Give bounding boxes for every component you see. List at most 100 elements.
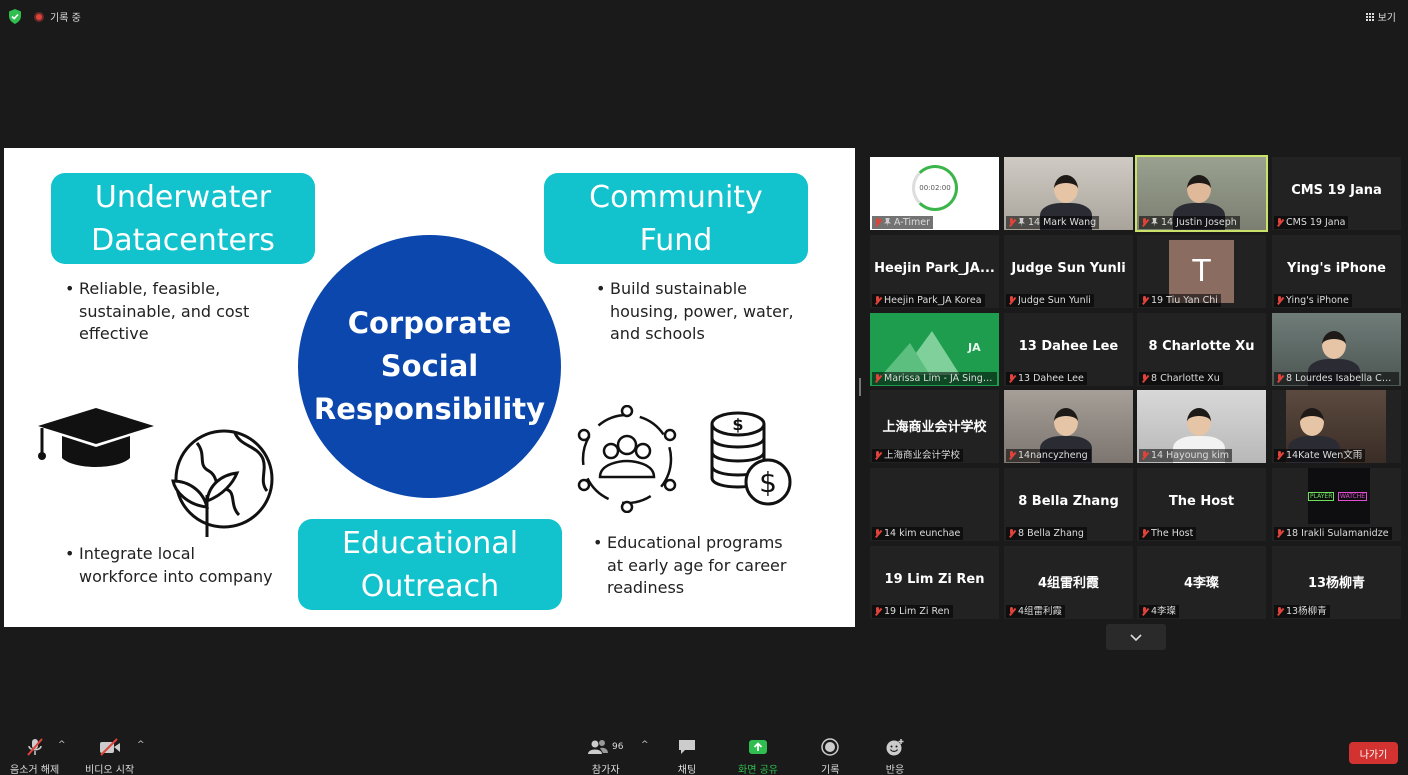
- participant-name: Heejin Park_JA Korea: [884, 295, 982, 306]
- panel-resize-handle[interactable]: [859, 378, 861, 396]
- participant-name: 14 Justin Joseph: [1161, 217, 1237, 228]
- unmute-button[interactable]: 음소거 해제: [10, 737, 59, 775]
- timer-ring: 00:02:00: [912, 165, 958, 211]
- participant-name: Judge Sun Yunli: [1018, 295, 1091, 306]
- participants-icon: [588, 740, 608, 754]
- participant-display-name: 13杨柳青: [1307, 576, 1366, 591]
- participant-tile[interactable]: Ying's iPhone Ying's iPhone: [1272, 235, 1401, 308]
- chat-label: 채팅: [677, 765, 697, 775]
- person-head: [1300, 408, 1324, 436]
- mic-muted-icon: [1276, 607, 1283, 616]
- shared-feed: PLAYER WATCHE: [1308, 468, 1370, 524]
- participant-tile[interactable]: 00:02:00 A-Timer: [870, 157, 999, 230]
- participant-name: 14nancyzheng: [1018, 450, 1088, 461]
- participant-display-name: Heejin Park_JA...: [874, 261, 995, 276]
- coins-dollar-icon: $ $: [710, 411, 792, 506]
- participant-name-caption: CMS 19 Jana: [1274, 216, 1349, 229]
- participant-tile[interactable]: 14 kim eunchae: [870, 468, 999, 541]
- mic-muted-icon: [1276, 296, 1283, 305]
- csr-center-circle: Corporate Social Responsibility: [298, 235, 561, 498]
- participant-display-name: 8 Charlotte Xu: [1148, 339, 1255, 354]
- participants-options-caret-icon[interactable]: ^: [641, 740, 649, 750]
- recording-dot-icon: [34, 11, 44, 22]
- participants-button[interactable]: 96 참가자: [588, 737, 623, 775]
- video-off-icon: [99, 738, 120, 756]
- participant-tile[interactable]: Judge Sun Yunli Judge Sun Yunli: [1004, 235, 1133, 308]
- participant-name: 14 kim eunchae: [884, 528, 961, 539]
- participant-tile[interactable]: 13 Dahee Lee 13 Dahee Lee: [1004, 313, 1133, 386]
- participant-name-caption: 4李璨: [1139, 605, 1180, 618]
- gallery-next-page-button[interactable]: [1106, 624, 1166, 650]
- participant-name-caption: 19 Lim Zi Ren: [872, 605, 953, 618]
- participant-name: 8 Charlotte Xu: [1151, 373, 1220, 384]
- pin-icon: [1018, 218, 1025, 227]
- participant-tile[interactable]: JA Marissa Lim - JA Singa...: [870, 313, 999, 386]
- participant-name: CMS 19 Jana: [1286, 217, 1346, 228]
- participant-name-caption: Ying's iPhone: [1274, 294, 1352, 307]
- participant-tile[interactable]: 14Kate Wen文雨: [1272, 390, 1401, 463]
- participant-tile[interactable]: The Host The Host: [1137, 468, 1266, 541]
- participant-name-caption: 8 Lourdes Isabella Cor...: [1274, 372, 1399, 385]
- start-video-label: 비디오 시작: [85, 765, 135, 775]
- participant-display-name: The Host: [1168, 494, 1235, 509]
- box-line: Outreach: [360, 568, 500, 604]
- mic-muted-icon: [1008, 218, 1015, 227]
- audio-options-caret-icon[interactable]: ^: [58, 740, 66, 750]
- participant-tile[interactable]: Heejin Park_JA... Heejin Park_JA Korea: [870, 235, 999, 308]
- participant-tile[interactable]: 4组雷利霞 4组雷利霞: [1004, 546, 1133, 619]
- participant-name-caption: 8 Bella Zhang: [1006, 527, 1087, 540]
- leave-meeting-button[interactable]: 나가기: [1349, 742, 1398, 764]
- circle-line: Social: [380, 349, 479, 383]
- participant-tile[interactable]: CMS 19 Jana CMS 19 Jana: [1272, 157, 1401, 230]
- mic-muted-icon: [874, 451, 881, 460]
- mic-muted-icon: [1141, 529, 1148, 538]
- record-button[interactable]: 기록: [821, 737, 839, 775]
- box-line: Underwater: [94, 179, 272, 215]
- security-shield-icon[interactable]: [8, 9, 22, 24]
- view-button[interactable]: 보기: [1365, 9, 1396, 24]
- participant-tile[interactable]: 上海商业会计学校 上海商业会计学校: [870, 390, 999, 463]
- participant-name-caption: 14 Mark Wang: [1006, 216, 1100, 229]
- participant-name-caption: 14 kim eunchae: [872, 527, 964, 540]
- recording-indicator[interactable]: 기록 중: [34, 9, 81, 24]
- share-screen-button[interactable]: 화면 공유: [738, 737, 778, 775]
- participant-name: 13杨柳青: [1286, 606, 1327, 617]
- participant-tile[interactable]: 14 Justin Joseph: [1135, 155, 1268, 232]
- share-screen-icon: [748, 740, 767, 754]
- participant-name: 4组雷利霞: [1018, 606, 1063, 617]
- pin-icon: [884, 218, 891, 227]
- participant-display-name: 上海商业会计学校: [882, 420, 987, 435]
- participant-tile[interactable]: PLAYER WATCHE 18 Irakli Sulamanidze: [1272, 468, 1401, 541]
- participant-tile[interactable]: 19 Lim Zi Ren 19 Lim Zi Ren: [870, 546, 999, 619]
- reactions-button[interactable]: 반응: [885, 737, 905, 775]
- video-options-caret-icon[interactable]: ^: [137, 740, 145, 750]
- reactions-emoji-icon: [886, 739, 904, 756]
- participant-tile[interactable]: T 19 Tiu Yan Chi: [1137, 235, 1266, 308]
- participant-tile[interactable]: 8 Lourdes Isabella Cor...: [1272, 313, 1401, 386]
- participant-tile[interactable]: 8 Bella Zhang 8 Bella Zhang: [1004, 468, 1133, 541]
- participant-tile[interactable]: 14nancyzheng: [1004, 390, 1133, 463]
- svg-text:$: $: [759, 466, 777, 499]
- participant-tile[interactable]: 14 Mark Wang: [1004, 157, 1133, 230]
- box-line: Fund: [639, 222, 713, 258]
- participant-name: 14Kate Wen文雨: [1286, 450, 1363, 461]
- circle-line: Responsibility: [313, 392, 546, 426]
- participant-tile[interactable]: 8 Charlotte Xu 8 Charlotte Xu: [1137, 313, 1266, 386]
- participant-name: 13 Dahee Lee: [1018, 373, 1084, 384]
- participant-tile[interactable]: 13杨柳青 13杨柳青: [1272, 546, 1401, 619]
- person-head: [1187, 175, 1211, 203]
- mic-muted-icon: [1008, 374, 1015, 383]
- reactions-label: 반응: [885, 765, 905, 775]
- unmute-label: 음소거 해제: [10, 765, 60, 775]
- participant-name-caption: A-Timer: [872, 216, 934, 229]
- chat-button[interactable]: 채팅: [677, 737, 697, 775]
- timer-value: 00:02:00: [919, 184, 951, 192]
- participant-name: Ying's iPhone: [1286, 295, 1349, 306]
- participant-tile[interactable]: 14 Hayoung kim: [1137, 390, 1266, 463]
- start-video-button[interactable]: 비디오 시작: [85, 737, 134, 775]
- participant-name-caption: Heejin Park_JA Korea: [872, 294, 985, 307]
- bullet-workforce: • Integrate local workforce into company: [65, 544, 273, 586]
- participant-tile[interactable]: 4李璨 4李璨: [1137, 546, 1266, 619]
- participant-name-caption: 14nancyzheng: [1006, 449, 1091, 462]
- shared-slide: Underwater Datacenters Community Fund Ed…: [4, 148, 855, 627]
